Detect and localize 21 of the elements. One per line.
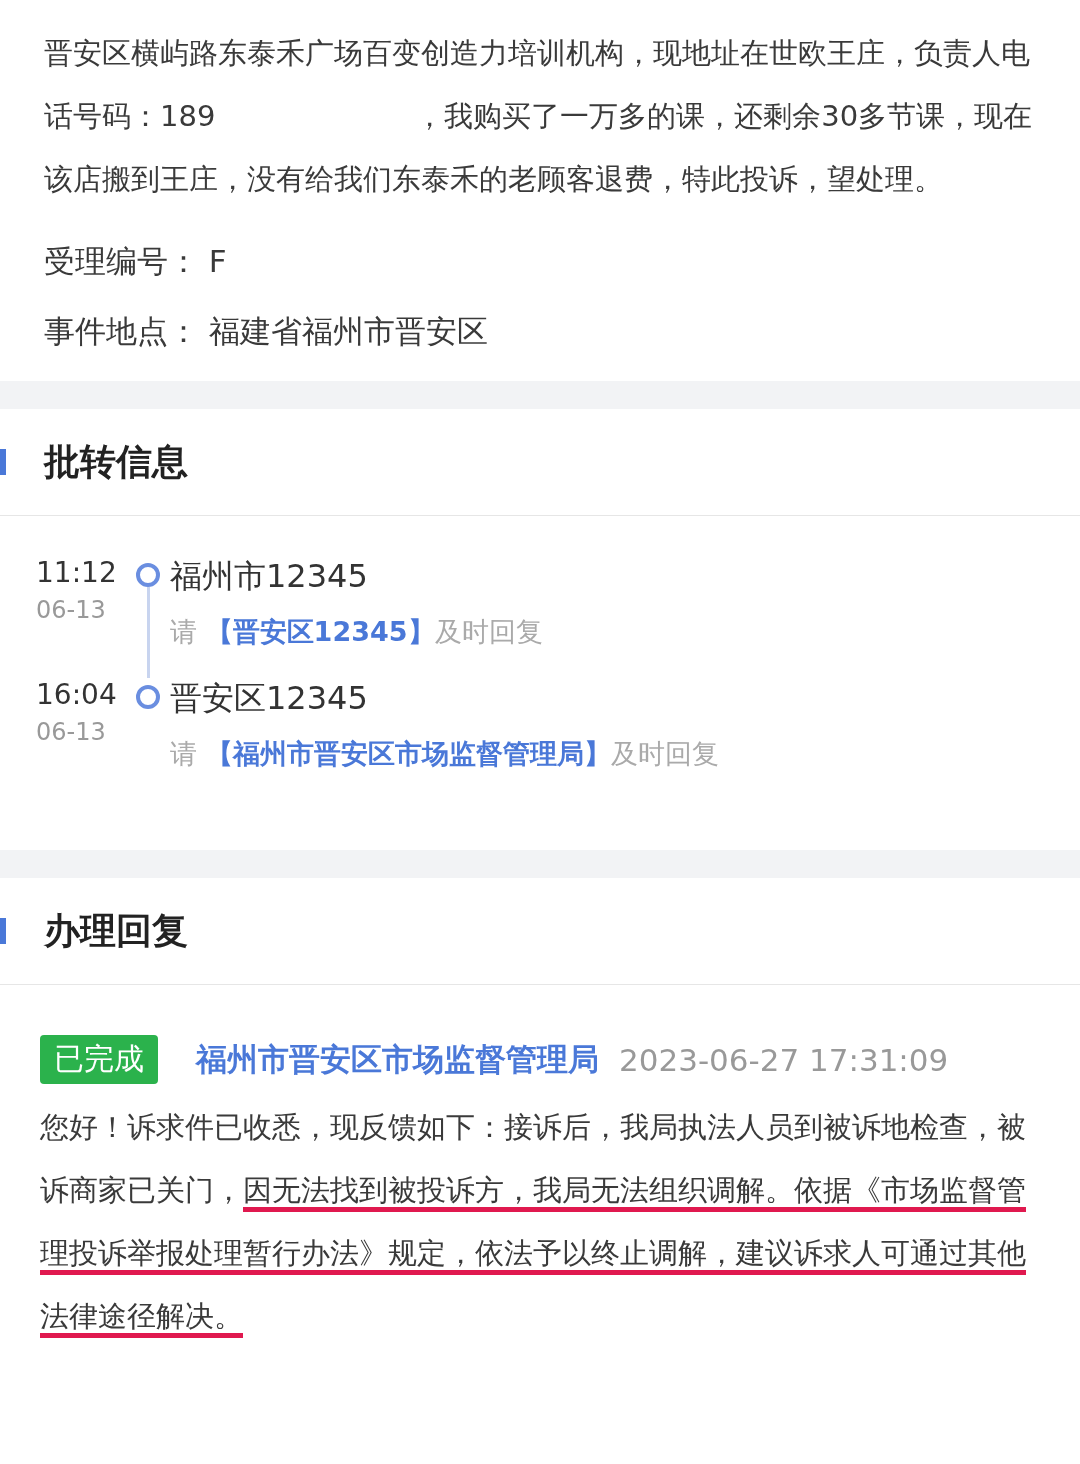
step-date: 06-13 bbox=[36, 717, 107, 748]
section-title: 办理回复 bbox=[44, 908, 188, 953]
timeline-dot-icon bbox=[136, 563, 160, 587]
step-date: 06-13 bbox=[36, 595, 107, 626]
status-badge: 已完成 bbox=[40, 1035, 158, 1084]
reply-datetime: 2023-06-27 17:31:09 bbox=[619, 1041, 949, 1078]
field-text: 受理编号： F bbox=[44, 242, 228, 281]
step-time: 11:12 bbox=[36, 556, 118, 590]
section-marker bbox=[0, 918, 6, 944]
section-marker bbox=[0, 449, 6, 475]
section-title: 批转信息 bbox=[44, 439, 188, 484]
step-unit: 晋安区12345 bbox=[170, 678, 369, 718]
step-unit: 福州市12345 bbox=[170, 556, 369, 596]
complaint-text: 晋安区横屿路东泰禾广场百变创造力培训机构，现地址在世欧王庄，负责人电话号码：189 ，我购买了一万多的课，还剩余30多节课，现在该店搬到王庄，没有给我们东泰禾的老顾客退费，特此投诉，望处理。 bbox=[44, 35, 1034, 198]
reply-text: 您好！诉求件已收悉，现反馈如下：接诉后，我局执法人员到被诉地检查，被诉商家已关门，因无法找到被投诉方，我局无法组织调解。依据《市场监督管理投诉举报处理暂行办法》规定，依法予以终止调解，建议诉求人可通过其他法律途径解决。 bbox=[40, 1096, 1040, 1348]
step-instruction: 请 【福州市晋安区市场监督管理局】及时回复 bbox=[170, 737, 719, 771]
reply-unit: 福州市晋安区市场监督管理局 bbox=[196, 1039, 599, 1079]
field-text: 事件地点： 福建省福州市晋安区 bbox=[44, 312, 489, 351]
step-instruction: 请 【晋安区12345】及时回复 bbox=[170, 615, 543, 649]
step-time: 16:04 bbox=[36, 678, 118, 712]
timeline-dot-icon bbox=[136, 685, 160, 709]
